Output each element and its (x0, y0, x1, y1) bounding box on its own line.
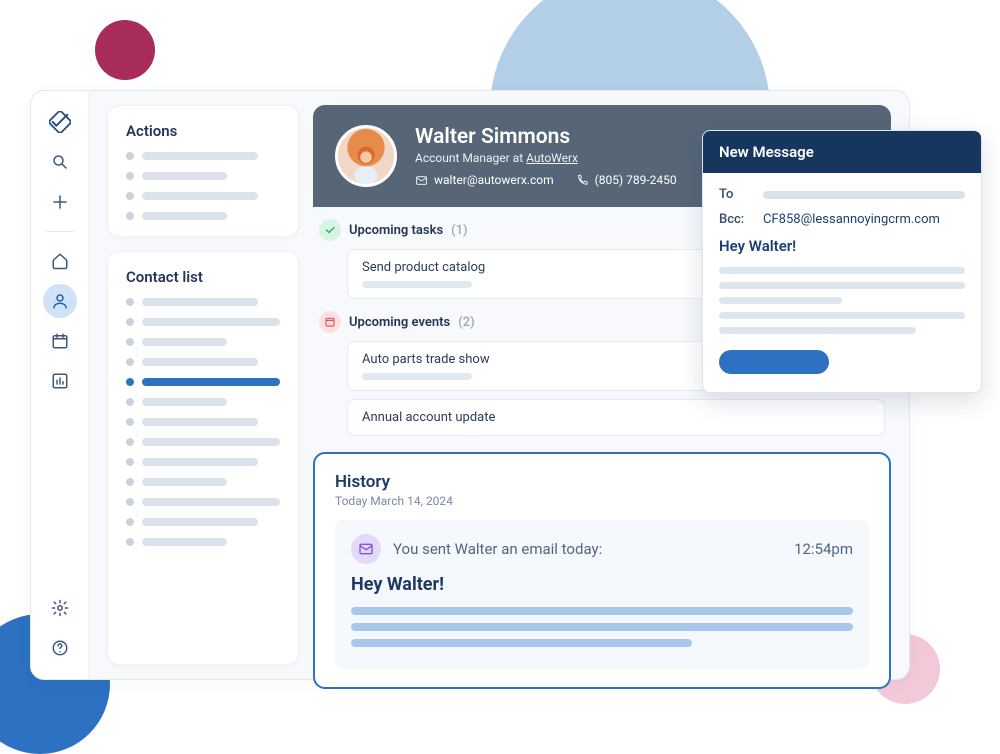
contact-item[interactable] (126, 318, 280, 326)
contact-item-active[interactable] (126, 378, 280, 386)
company-link[interactable]: AutoWerx (526, 151, 578, 165)
contact-phone[interactable]: (805) 789-2450 (576, 173, 677, 187)
contact-item[interactable] (126, 458, 280, 466)
contact-list-title: Contact list (126, 268, 280, 286)
bcc-label: Bcc: (719, 212, 753, 227)
contact-item[interactable] (126, 498, 280, 506)
message-body[interactable] (719, 267, 965, 334)
action-item[interactable] (126, 152, 280, 160)
add-icon[interactable] (43, 185, 77, 219)
settings-icon[interactable] (43, 591, 77, 625)
contact-item[interactable] (126, 518, 280, 526)
contact-item[interactable] (126, 358, 280, 366)
left-column: Actions Contact list (107, 105, 299, 665)
help-icon[interactable] (43, 631, 77, 665)
contact-role: Account Manager at AutoWerx (415, 151, 677, 165)
new-message-title: New Message (703, 131, 981, 173)
reports-icon[interactable] (43, 364, 77, 398)
to-label: To (719, 187, 753, 202)
calendar-small-icon (319, 311, 341, 333)
mail-icon (351, 534, 381, 564)
contacts-icon[interactable] (43, 284, 77, 318)
contact-item[interactable] (126, 478, 280, 486)
history-entry[interactable]: You sent Walter an email today: 12:54pm … (335, 520, 869, 669)
decorative-circle (95, 20, 155, 80)
history-date: Today March 14, 2024 (335, 494, 869, 508)
action-item[interactable] (126, 192, 280, 200)
contact-item[interactable] (126, 338, 280, 346)
avatar (335, 125, 397, 187)
contact-email[interactable]: walter@autowerx.com (415, 173, 554, 187)
contact-item[interactable] (126, 298, 280, 306)
history-entry-text: You sent Walter an email today: (393, 540, 602, 558)
tasks-count: (1) (451, 223, 467, 238)
check-circle-icon (319, 219, 341, 241)
contact-list-panel: Contact list (107, 251, 299, 665)
events-count: (2) (458, 315, 474, 330)
history-entry-subject: Hey Walter! (351, 574, 853, 595)
to-input[interactable] (763, 191, 965, 199)
action-item[interactable] (126, 212, 280, 220)
tasks-label: Upcoming tasks (349, 223, 443, 238)
home-icon[interactable] (43, 244, 77, 278)
logo-icon[interactable] (43, 105, 77, 139)
send-button[interactable] (719, 350, 829, 374)
actions-title: Actions (126, 122, 280, 140)
contact-name: Walter Simmons (415, 125, 677, 149)
contact-item[interactable] (126, 418, 280, 426)
events-label: Upcoming events (349, 315, 450, 330)
history-title: History (335, 472, 869, 492)
history-entry-time: 12:54pm (794, 540, 853, 558)
history-panel: History Today March 14, 2024 You sent Wa… (313, 452, 891, 689)
search-icon[interactable] (43, 145, 77, 179)
action-item[interactable] (126, 172, 280, 180)
message-greeting: Hey Walter! (719, 237, 965, 255)
contact-item[interactable] (126, 538, 280, 546)
event-item[interactable]: Annual account update (347, 399, 885, 436)
actions-panel: Actions (107, 105, 299, 237)
bcc-value[interactable]: CF858@lessannoyingcrm.com (763, 212, 940, 227)
contact-item[interactable] (126, 398, 280, 406)
sidebar-divider (46, 231, 74, 232)
new-message-panel: New Message To Bcc: CF858@lessannoyingcr… (702, 130, 982, 393)
calendar-icon[interactable] (43, 324, 77, 358)
contact-item[interactable] (126, 438, 280, 446)
sidebar (31, 91, 89, 679)
